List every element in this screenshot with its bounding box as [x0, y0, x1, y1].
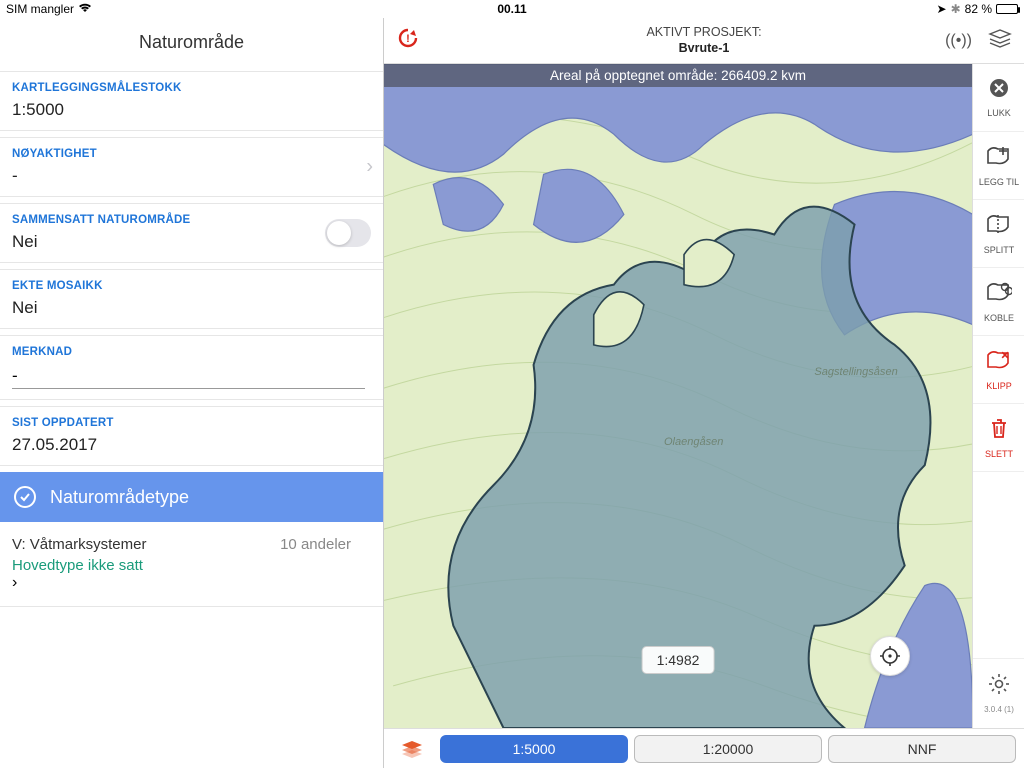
map-canvas[interactable]: Areal på opptegnet område: 266409.2 kvm [384, 64, 972, 728]
row-updated: SIST OPPDATERT 27.05.2017 [0, 407, 383, 465]
tool-close[interactable]: LUKK [973, 64, 1024, 132]
toggle-composite[interactable] [325, 219, 371, 247]
scale-readout: 1:4982 [642, 646, 715, 674]
section-label: Naturområdetype [50, 487, 189, 508]
trash-icon [989, 417, 1009, 445]
clip-icon [986, 349, 1012, 377]
check-circle-icon [14, 486, 36, 508]
close-icon [989, 78, 1009, 104]
scale-5000-button[interactable]: 1:5000 [440, 735, 628, 763]
sim-status: SIM mangler [6, 2, 74, 16]
link-icon [986, 281, 1012, 309]
value-composite: Nei [12, 232, 371, 252]
tool-clip-label: KLIPP [986, 381, 1012, 391]
scale-20000-button[interactable]: 1:20000 [634, 735, 822, 763]
section-nature-type[interactable]: Naturområdetype [0, 472, 383, 522]
properties-sidebar: Naturområde KARTLEGGINGSMÅLESTOKK 1:5000… [0, 18, 384, 768]
broadcast-icon[interactable]: ((•)) [945, 32, 972, 50]
row-accuracy[interactable]: NØYAKTIGHET - › [0, 138, 383, 196]
status-time: 00.11 [497, 2, 526, 16]
locate-button[interactable] [870, 636, 910, 676]
label-composite: SAMMENSATT NATUROMRÅDE [12, 214, 371, 226]
label-mosaic: EKTE MOSAIKK [12, 280, 371, 292]
bottom-bar: 1:5000 1:20000 NNF [384, 728, 1024, 768]
tool-clip[interactable]: KLIPP [973, 336, 1024, 404]
value-mosaic: Nei [12, 298, 371, 318]
type-row[interactable]: V: Våtmarksystemer Hovedtype ikke satt 1… [0, 522, 383, 607]
value-accuracy: - [12, 166, 371, 186]
svg-text:!: ! [406, 33, 410, 45]
sidebar-title: Naturområde [0, 18, 383, 71]
battery-icon [996, 4, 1018, 14]
label-note: MERKNAD [12, 346, 371, 358]
tool-close-label: LUKK [987, 108, 1011, 118]
bluetooth-icon: ✱ [951, 2, 961, 16]
map-header: ! AKTIVT PROSJEKT: Bvrute-1 ((•)) [384, 18, 1024, 64]
area-readout: Areal på opptegnet område: 266409.2 kvm [384, 64, 972, 87]
tool-delete[interactable]: SLETT [973, 404, 1024, 472]
note-input[interactable] [12, 364, 365, 389]
tool-split-label: SPLITT [984, 245, 1015, 255]
sync-alert-icon[interactable]: ! [396, 26, 420, 56]
tool-settings[interactable]: 3.0.4 (1) [973, 658, 1024, 728]
project-label: AKTIVT PROSJEKT: [646, 25, 761, 41]
tool-delete-label: SLETT [985, 449, 1013, 459]
basemap-button[interactable] [392, 739, 432, 759]
split-icon [986, 213, 1012, 241]
battery-pct: 82 % [965, 2, 992, 16]
gear-icon [988, 673, 1010, 701]
label-updated: SIST OPPDATERT [12, 417, 371, 429]
tool-add-label: LEGG TIL [979, 177, 1019, 187]
type-count: 10 andeler [280, 536, 351, 553]
tool-link-label: KOBLE [984, 313, 1014, 323]
add-polygon-icon [986, 145, 1012, 173]
wifi-icon [78, 2, 92, 16]
chevron-right-icon: › [366, 156, 373, 179]
project-name: Bvrute-1 [646, 41, 761, 57]
row-mosaic: EKTE MOSAIKK Nei [0, 270, 383, 328]
value-updated: 27.05.2017 [12, 435, 371, 455]
tool-link[interactable]: KOBLE [973, 268, 1024, 336]
value-scale: 1:5000 [12, 100, 371, 120]
map-label-b: Sagstellingsåsen [814, 366, 897, 378]
map-svg[interactable]: Olaengåsen Sagstellingsåsen [384, 64, 972, 728]
layers-icon[interactable] [988, 28, 1012, 53]
map-label-a: Olaengåsen [664, 436, 723, 448]
location-icon: ➤ [937, 2, 947, 16]
type-line2: Hovedtype ikke satt [12, 557, 371, 574]
tool-split[interactable]: SPLITT [973, 200, 1024, 268]
row-scale[interactable]: KARTLEGGINGSMÅLESTOKK 1:5000 [0, 72, 383, 130]
map-area: ! AKTIVT PROSJEKT: Bvrute-1 ((•)) Areal … [384, 18, 1024, 768]
row-note[interactable]: MERKNAD [0, 336, 383, 399]
tool-add[interactable]: LEGG TIL [973, 132, 1024, 200]
status-bar: SIM mangler 00.11 ➤ ✱ 82 % [0, 0, 1024, 18]
version-label: 3.0.4 (1) [984, 705, 1014, 714]
label-scale: KARTLEGGINGSMÅLESTOKK [12, 82, 371, 94]
nnf-button[interactable]: NNF [828, 735, 1016, 763]
label-accuracy: NØYAKTIGHET [12, 148, 371, 160]
edit-toolbar: LUKK LEGG TIL SPLITT KOBLE KLIPP [972, 64, 1024, 728]
row-composite[interactable]: SAMMENSATT NATUROMRÅDE Nei [0, 204, 383, 262]
chevron-right-icon: › [12, 574, 371, 592]
